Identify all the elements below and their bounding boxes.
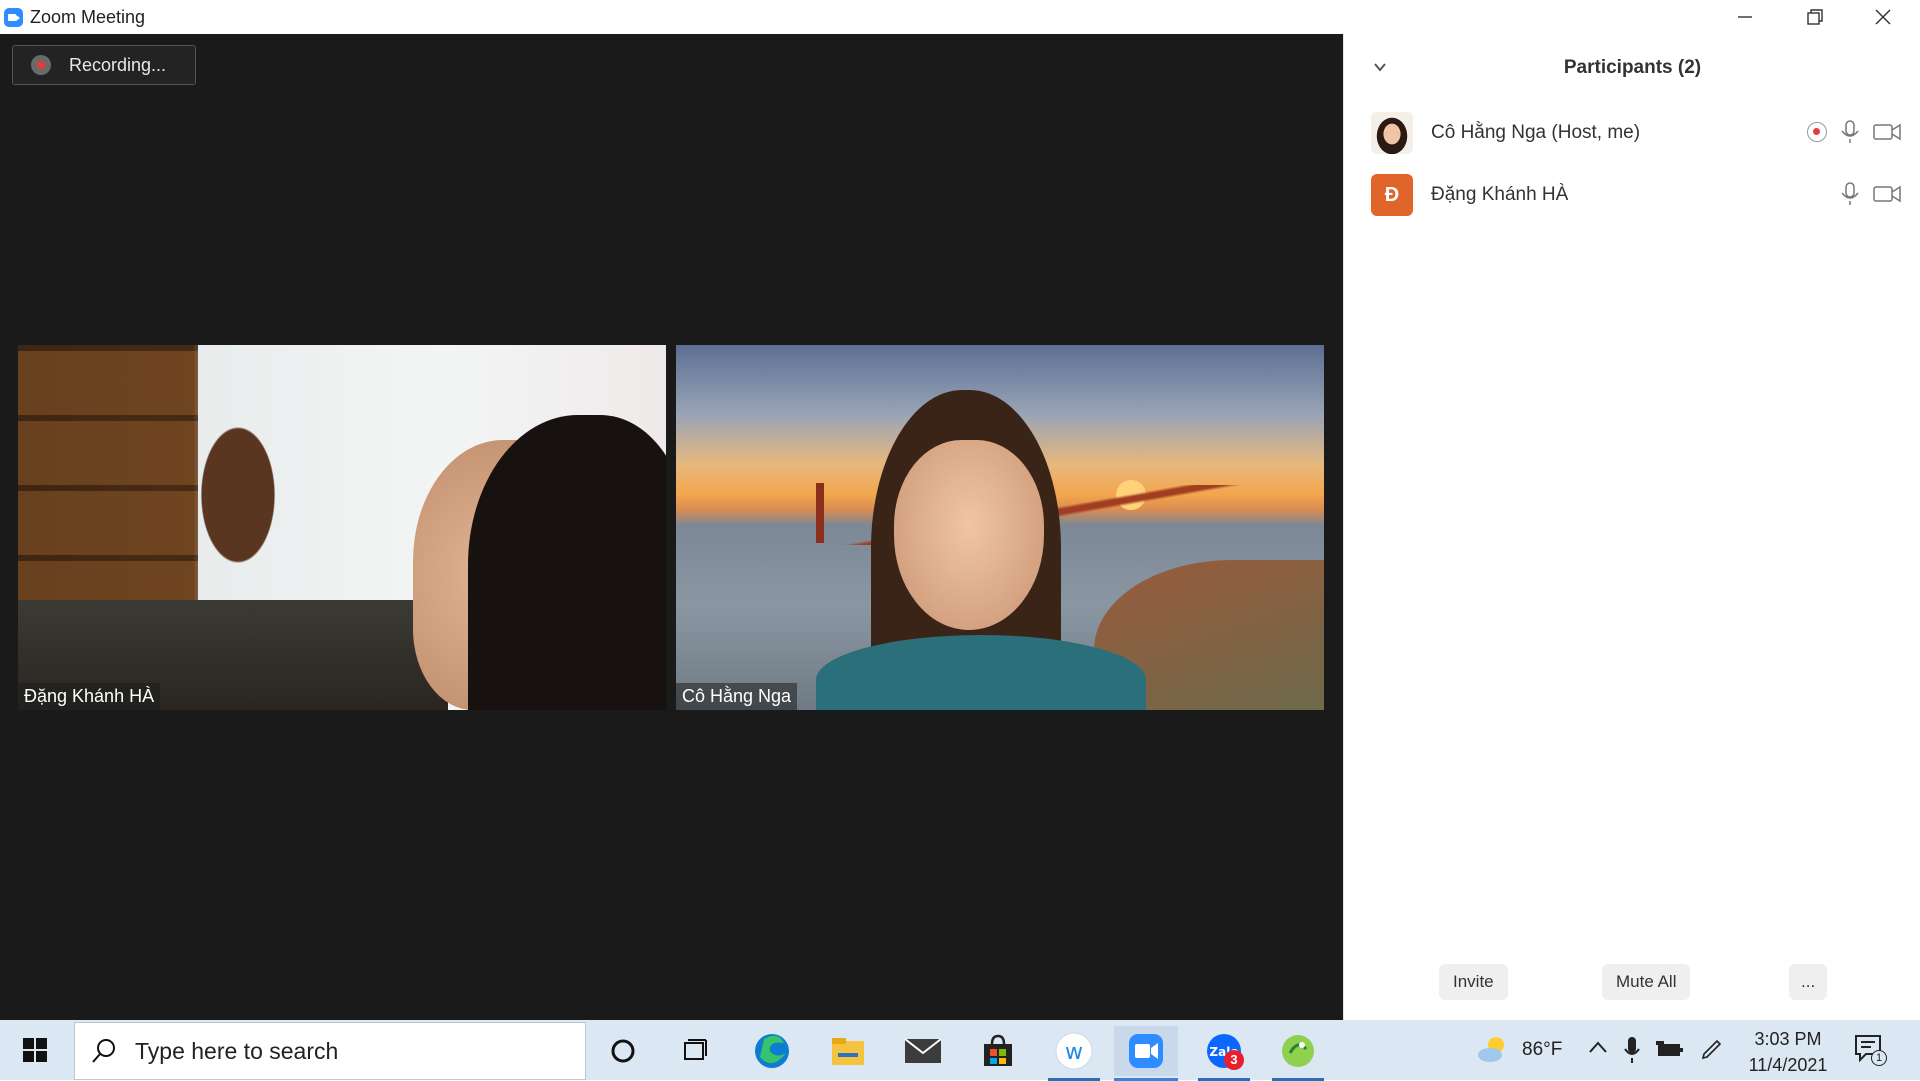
bridge-tower — [816, 483, 824, 543]
search-placeholder: Type here to search — [135, 1037, 339, 1064]
participant-row[interactable]: Đ Đặng Khánh HÀ — [1371, 173, 1901, 217]
clock-date: 11/4/2021 — [1748, 1055, 1828, 1075]
minimize-button[interactable] — [1710, 0, 1780, 34]
record-icon — [31, 55, 51, 75]
video-tile-co-hang-nga[interactable]: Cô Hằng Nga — [676, 345, 1324, 710]
tile-name-label: Cô Hằng Nga — [676, 683, 798, 710]
store-icon[interactable] — [966, 1026, 1030, 1076]
cortana-icon[interactable] — [591, 1026, 655, 1076]
microphone-icon[interactable] — [1839, 119, 1861, 145]
windows-logo-icon — [23, 1038, 47, 1062]
search-icon — [92, 1039, 115, 1063]
recording-status-icon — [1807, 122, 1827, 142]
w-app-icon[interactable]: w — [1042, 1026, 1106, 1081]
battery-icon[interactable] — [1656, 1040, 1684, 1060]
zoom-app-icon — [4, 8, 23, 27]
chevron-up-icon[interactable] — [1588, 1040, 1608, 1054]
restore-icon — [1807, 9, 1823, 25]
participant-status-icons — [1807, 119, 1901, 145]
participant-name: Cô Hằng Nga (Host, me) — [1431, 122, 1641, 143]
pen-icon[interactable] — [1700, 1037, 1724, 1061]
zoom-icon[interactable] — [1114, 1026, 1178, 1081]
green-app-icon[interactable] — [1266, 1026, 1330, 1081]
window-title: Zoom Meeting — [30, 7, 146, 27]
participant-status-icons — [1839, 181, 1901, 207]
zalo-icon[interactable]: Zalo 3 — [1192, 1026, 1256, 1081]
edge-icon[interactable] — [740, 1026, 804, 1076]
participants-title: Participants (2) — [1563, 57, 1702, 78]
mail-icon[interactable] — [891, 1026, 955, 1076]
microphone-icon[interactable] — [1839, 181, 1861, 207]
taskbar-clock[interactable]: 3:03 PM 11/4/2021 — [1738, 1026, 1838, 1078]
participants-panel: Participants (2) Cô Hằng Nga (Host, me) … — [1343, 34, 1920, 1020]
weather-temperature[interactable]: 86°F — [1522, 1039, 1562, 1061]
more-options-button[interactable]: ... — [1789, 964, 1828, 1000]
video-camera-icon[interactable] — [1873, 121, 1901, 143]
taskbar-search-box[interactable]: Type here to search — [74, 1022, 586, 1080]
participant-name: Đặng Khánh HÀ — [1431, 184, 1569, 205]
video-tile-dang-khanh-ha[interactable]: Đặng Khánh HÀ — [18, 345, 666, 710]
recording-label: Recording... — [69, 54, 167, 75]
title-bar: Zoom Meeting — [0, 0, 1920, 34]
video-gallery: Recording... Đặng Khánh HÀ Cô Hằng Nga — [0, 34, 1343, 1020]
close-icon — [1875, 9, 1891, 25]
task-view-icon[interactable] — [664, 1026, 728, 1076]
svg-text:w: w — [1065, 1040, 1083, 1065]
avatar — [1371, 112, 1413, 154]
recording-indicator[interactable]: Recording... — [12, 45, 196, 85]
action-center-button[interactable]: 1 — [1853, 1034, 1887, 1071]
video-camera-icon[interactable] — [1873, 183, 1901, 205]
close-button[interactable] — [1848, 0, 1918, 34]
microphone-icon[interactable] — [1624, 1036, 1640, 1064]
invite-button[interactable]: Invite — [1439, 964, 1508, 1000]
weather-icon[interactable] — [1476, 1034, 1510, 1064]
tile-name-label: Đặng Khánh HÀ — [18, 683, 161, 710]
minimize-icon — [1738, 16, 1752, 18]
file-explorer-icon[interactable] — [816, 1026, 880, 1076]
mute-all-button[interactable]: Mute All — [1602, 964, 1691, 1000]
notification-badge: 3 — [1224, 1050, 1244, 1070]
start-button[interactable] — [10, 1030, 60, 1070]
taskbar: Type here to search w Zalo 3 86°F 3:03 P… — [0, 1020, 1920, 1081]
participant-face — [894, 440, 1044, 630]
participant-row[interactable]: Cô Hằng Nga (Host, me) — [1371, 111, 1901, 155]
avatar: Đ — [1371, 174, 1413, 216]
restore-button[interactable] — [1780, 0, 1850, 34]
clock-time: 3:03 PM — [1754, 1029, 1822, 1049]
notification-count: 1 — [1871, 1050, 1887, 1066]
